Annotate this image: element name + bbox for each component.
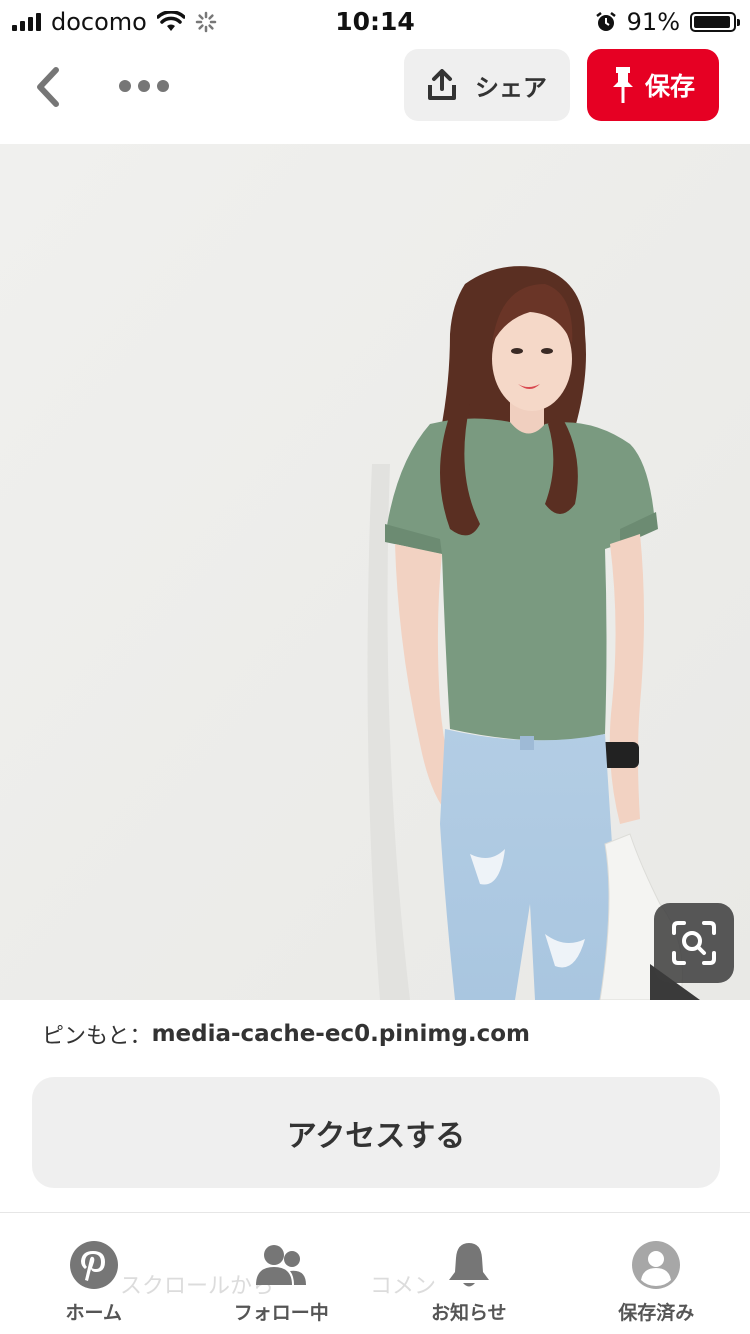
tab-home-label: ホーム [65, 1302, 122, 1324]
status-right: 91% [595, 8, 740, 36]
ellipsis-dot [138, 80, 150, 92]
tab-notifications[interactable]: お知らせ [375, 1240, 563, 1334]
chevron-left-icon [37, 67, 59, 107]
visit-site-button[interactable]: アクセスする [32, 1077, 720, 1188]
pin-source: ピンもと： media-cache-ec0.pinimg.com [42, 1018, 530, 1050]
visual-search-button[interactable] [654, 903, 734, 983]
tab-following-label: フォロー中 [233, 1302, 329, 1324]
pin-icon [612, 67, 633, 103]
pinterest-logo-icon [69, 1240, 119, 1290]
pin-image[interactable] [0, 144, 750, 1000]
save-button[interactable]: 保存 [587, 49, 719, 121]
battery-icon [690, 12, 740, 32]
ellipsis-dot [157, 80, 169, 92]
source-prefix: ピンもと： [42, 1024, 152, 1049]
bell-icon [447, 1240, 491, 1290]
profile-icon [631, 1240, 681, 1290]
source-domain-link[interactable]: media-cache-ec0.pinimg.com [152, 1021, 530, 1047]
alarm-icon [595, 12, 616, 31]
pin-toolbar: シェア 保存 [0, 42, 750, 144]
tab-saved-label: 保存済み [618, 1302, 695, 1324]
status-bar: docomo 10:14 91% [0, 0, 750, 42]
share-label: シェア [475, 73, 547, 102]
tab-following[interactable]: フォロー中 [188, 1240, 376, 1334]
ellipsis-dot [119, 80, 131, 92]
tab-notifications-label: お知らせ [430, 1302, 507, 1324]
more-options-button[interactable] [114, 66, 174, 106]
tab-home[interactable]: ホーム [0, 1240, 188, 1334]
share-upload-icon [428, 69, 456, 100]
bottom-tab-bar: ホーム フォロー中 お知らせ 保存済み [0, 1240, 750, 1334]
save-label: 保存 [644, 72, 695, 101]
people-icon [254, 1240, 308, 1290]
tab-saved[interactable]: 保存済み [563, 1240, 750, 1334]
tabbar-divider [0, 1212, 750, 1213]
visual-search-lens-icon [672, 921, 716, 965]
share-button[interactable]: シェア [404, 49, 570, 121]
fashion-photo [0, 144, 750, 1000]
battery-percent: 91% [626, 8, 680, 36]
back-button[interactable] [22, 62, 72, 112]
